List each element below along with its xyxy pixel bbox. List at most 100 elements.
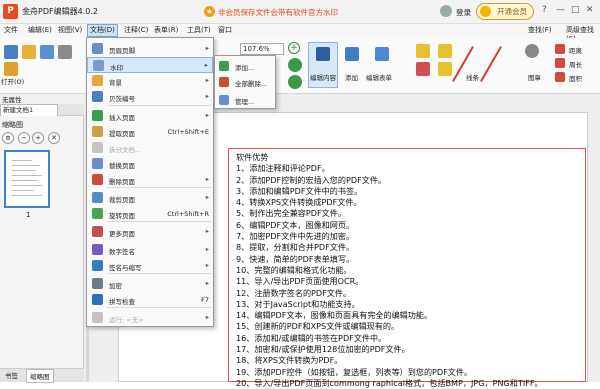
document-line: 8、提取，分割和合并PDF文件。 [236,242,355,253]
thumb-options-icon[interactable]: ≡ [2,132,14,144]
menu-item-rotate-page[interactable]: 旋转页面 Ctrl+Shift+R [87,206,213,222]
menu-item-label: 页眉页脚 [109,47,135,55]
zoom-input[interactable]: 107.6% [240,43,284,55]
thumbnail-title: 缩略图 [2,121,23,129]
help-button[interactable]: ? [542,5,547,15]
page-thumbnail[interactable] [4,150,50,208]
menu-item-delete-page[interactable]: 删除页面 ▸ [87,172,213,188]
textbox-tool-icon[interactable] [438,44,452,58]
thumb-zoom-in-icon[interactable]: + [32,132,44,144]
perimeter-icon[interactable] [555,58,565,68]
menu-item-spell-check[interactable]: 拼写检查 F7 [87,292,213,308]
stamp-label: 图章 [528,74,541,82]
page-number: 1 [26,211,31,219]
submenu-item-remove-all-watermark[interactable]: 全部删除... [215,74,275,90]
zoom-in-icon[interactable]: + [288,42,300,54]
menu-item-run-action: 运行: <无> ▸ [87,310,213,326]
document-line: 12、注册数字签名的PDF文件。 [236,287,352,298]
menu-item-digital-signature[interactable]: 数字签名 ▸ [87,242,213,258]
manage-watermark-icon [219,95,229,105]
area-icon[interactable] [555,72,565,82]
menu-edit[interactable]: 编辑(E) [26,25,54,35]
remove-all-watermark-icon [219,77,229,87]
menu-item-insert-page[interactable]: 插入页面 ▸ [87,108,213,124]
edit-form-icon[interactable] [375,47,389,61]
bates-numbering-icon [92,91,103,102]
menu-form[interactable]: 表单(R) [152,25,180,35]
highlight-icon[interactable] [416,62,430,76]
rotate-left-icon[interactable] [288,58,302,72]
menu-item-label: 插入页面 [109,114,135,122]
menu-item-encrypt[interactable]: 加密 ▸ [87,276,213,292]
text-tool-icon[interactable] [416,44,430,58]
promo-text[interactable]: 非会员保存文件会带有软件官方水印 [218,7,338,18]
note-icon[interactable] [438,62,452,76]
menu-item-shortcut: Ctrl+Shift+R [167,210,209,218]
menu-item-header-footer[interactable]: 页眉页脚 ▸ [87,41,213,57]
menu-item-label: 运行: <无> [109,316,144,324]
zoom-out-icon[interactable]: − [18,132,30,144]
thumbnail-toolbar: ≡ − + ✕ [2,132,82,146]
menu-document[interactable]: 文档(D) [87,24,118,37]
submenu-arrow-icon: ▸ [205,193,209,201]
menu-item-background[interactable]: 背景 ▸ [87,73,213,89]
digital-signature-icon [92,244,103,255]
menu-item-shortcut: Ctrl+Shift+E [167,128,209,136]
add-label: 添加 [345,74,358,82]
sign-initials-icon [92,260,103,271]
rotate-right-icon[interactable] [288,75,302,89]
document-line: 13、对于JavaScript和功能支持。 [236,298,360,309]
tab-thumbnails[interactable]: 缩略图 [26,369,54,383]
menu-window[interactable]: 窗口 [216,25,234,35]
avatar[interactable] [440,5,452,17]
menu-item-extract-page[interactable]: 提取页面 Ctrl+Shift+E [87,124,213,140]
save-icon[interactable] [40,45,54,59]
stamp-icon[interactable] [525,44,539,58]
menu-item-sign-initials[interactable]: 签名与缩写 ▸ [87,258,213,274]
submenu-arrow-icon: ▸ [205,227,209,235]
document-line: 2、添加PDF控制的宏插入您的PDF文件。 [236,174,387,185]
close-button[interactable]: ✕ [586,5,594,15]
new-document-icon[interactable] [4,45,18,59]
distance-icon[interactable] [555,44,565,54]
open-icon[interactable] [4,62,18,76]
add-text-icon[interactable] [345,47,359,61]
submenu-item-add-watermark[interactable]: 添加... [215,58,275,74]
area-label: 面积 [569,75,582,83]
document-line: 6、编辑PDF文本，图像和网页。 [236,219,355,230]
submenu-item-manage-watermark[interactable]: 管理... [215,92,275,108]
minimize-button[interactable]: — [556,5,565,15]
open-folder-icon[interactable] [22,45,36,59]
insert-page-icon [92,110,103,121]
delete-page-icon [92,174,103,185]
run-action-icon [92,312,103,323]
find-button[interactable]: 查找(F) [526,25,554,35]
menu-file[interactable]: 文件 [2,25,20,35]
menu-item-label: 数字签名 [109,248,135,256]
menu-item-crop-page[interactable]: 裁剪页面 ▸ [87,190,213,206]
login-link[interactable]: 登录 [456,7,471,18]
menu-item-bates-numbering[interactable]: 贝茨编号 ▸ [87,89,213,105]
document-text: 软件优势 1、添加注释和评论PDF。 2、添加PDF控制的宏插入您的PDF文件。 3、… [236,152,543,389]
submenu-item-label: 管理... [235,98,255,106]
rotate-page-icon [92,208,103,219]
menu-comment[interactable]: 注释(C) [122,25,150,35]
menu-view[interactable]: 视图(V) [56,25,84,35]
document-line: 18、将XPS文件转换为PDF。 [236,355,343,366]
tab-bookmarks[interactable]: 书签 [2,369,21,381]
watermark-icon [93,60,104,71]
thumb-delete-icon[interactable]: ✕ [48,132,60,144]
crop-page-icon [92,192,103,203]
menu-item-label: 水印 [110,64,123,72]
document-line: 10、完整的编辑和格式化功能。 [236,264,352,275]
tab-document-1[interactable]: 新建文档1 [0,104,58,116]
maximize-button[interactable]: □ [571,5,580,15]
menu-item-more-pages[interactable]: 更多页面 ▸ [87,224,213,240]
app-logo-icon: P [3,4,18,19]
menu-item-watermark[interactable]: 水印 ▸ [87,57,213,73]
app-title: 金舟PDF编辑器4.0.2 [22,7,98,16]
menu-tools[interactable]: 工具(T) [185,25,213,35]
menu-item-replace-page[interactable]: 替换页面 [87,156,213,172]
submenu-arrow-icon: ▸ [205,111,209,119]
print-icon[interactable] [58,45,72,59]
